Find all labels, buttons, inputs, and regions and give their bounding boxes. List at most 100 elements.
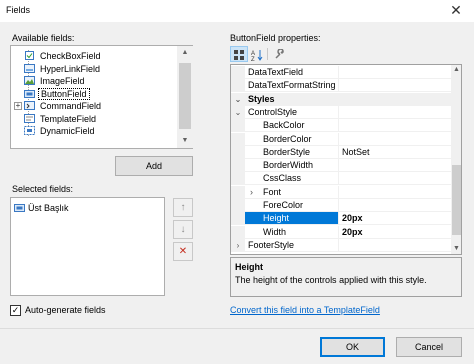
property-row[interactable]: Height 20px <box>231 212 451 226</box>
property-name: FooterStyle <box>245 238 339 252</box>
property-value[interactable] <box>339 186 451 199</box>
property-name-label: BackColor <box>263 120 305 131</box>
property-gutter <box>231 119 245 133</box>
property-gutter <box>231 212 245 226</box>
property-value[interactable] <box>339 79 451 93</box>
add-button[interactable]: Add <box>115 156 193 176</box>
property-name: ControlStyle <box>245 105 339 119</box>
alphabetical-sort-icon[interactable]: AZ <box>248 46 266 63</box>
scroll-thumb[interactable] <box>179 63 191 129</box>
property-value[interactable]: 20px <box>339 212 451 226</box>
window-title: Fields <box>6 5 31 15</box>
expand-icon[interactable]: + <box>14 102 22 110</box>
scroll-thumb[interactable] <box>452 165 461 235</box>
chevron-down-icon[interactable]: ⌄ <box>233 106 243 119</box>
property-name-label: FooterStyle <box>248 239 295 250</box>
property-value[interactable] <box>339 172 451 186</box>
property-name-label: DataTextFormatString <box>248 80 336 91</box>
tree-item-label: CheckBoxField <box>40 51 101 61</box>
property-grid[interactable]: DataTextField DataTextFormatString ⌄ Styles… <box>230 64 462 255</box>
property-category[interactable]: ⌄ Styles <box>231 92 451 106</box>
property-gutter <box>231 172 245 186</box>
delete-button[interactable]: ✕ <box>173 242 193 261</box>
convert-template-link[interactable]: Convert this field into a TemplateField <box>230 305 380 315</box>
property-row[interactable]: DataTextField <box>231 66 451 79</box>
property-row[interactable]: CssClass <box>231 172 451 186</box>
scroll-down-icon[interactable]: ▼ <box>177 134 193 148</box>
tree-item-label: ButtonField <box>38 87 90 100</box>
property-value[interactable] <box>339 106 451 119</box>
property-row[interactable]: BackColor <box>231 119 451 133</box>
scroll-down-icon[interactable]: ▼ <box>451 244 461 254</box>
selected-fields-list[interactable]: Üst Başlık <box>10 197 165 296</box>
toolbar-separator <box>267 48 268 60</box>
property-name-label: Width <box>263 226 287 237</box>
property-gutter <box>231 159 245 173</box>
property-gutter: ⌄ <box>231 92 245 106</box>
property-name: BorderStyle <box>245 145 339 159</box>
tree-item-label: DynamicField <box>40 126 95 136</box>
ok-button[interactable]: OK <box>320 337 385 357</box>
property-name-label: DataTextField <box>248 67 304 77</box>
property-row[interactable]: ForeColor <box>231 199 451 212</box>
categorized-view-icon[interactable] <box>230 46 248 62</box>
property-value[interactable] <box>339 159 451 173</box>
property-row[interactable]: BorderColor <box>231 132 451 146</box>
property-row[interactable]: BorderStyle NotSet <box>231 145 451 159</box>
scroll-up-icon[interactable]: ▲ <box>451 65 461 75</box>
chevron-right-icon[interactable]: › <box>233 239 243 252</box>
property-description: Height The height of the controls applie… <box>230 257 462 297</box>
close-icon[interactable]: ✕ <box>438 0 474 22</box>
property-gutter: › <box>231 238 245 252</box>
property-gutter <box>231 66 245 79</box>
property-pages-icon[interactable] <box>270 46 288 62</box>
property-name: BorderWidth <box>245 159 339 173</box>
property-row[interactable]: ⌄ ControlStyle <box>231 105 451 119</box>
property-row[interactable]: › FooterStyle <box>231 238 451 252</box>
property-name: DataTextField <box>245 66 339 79</box>
chevron-down-icon[interactable]: ⌄ <box>233 93 243 106</box>
property-row[interactable]: DataTextFormatString <box>231 79 451 93</box>
property-value[interactable] <box>339 119 451 133</box>
property-grid-scrollbar[interactable]: ▲ ▼ <box>451 65 461 254</box>
list-item-label: Üst Başlık <box>28 203 69 213</box>
tree-item-label: HyperLinkField <box>40 63 101 74</box>
property-value[interactable] <box>339 239 451 252</box>
move-up-button[interactable]: ↑ <box>173 198 193 217</box>
property-value[interactable] <box>339 199 451 212</box>
property-value[interactable] <box>339 66 451 79</box>
property-gutter <box>231 199 245 212</box>
chevron-right-icon[interactable]: › <box>250 186 253 198</box>
available-fields-scrollbar[interactable]: ▲ ▼ <box>177 46 193 148</box>
property-name-label: Styles <box>248 93 275 104</box>
property-name-label: Font <box>263 186 282 197</box>
property-row[interactable]: BorderWidth <box>231 159 451 173</box>
dynamic-field-icon <box>24 126 35 136</box>
property-row[interactable]: › Font <box>231 185 451 199</box>
property-value[interactable]: 20px <box>339 226 451 239</box>
property-gutter <box>231 79 245 93</box>
available-fields-label: Available fields: <box>12 33 75 43</box>
property-name-label: BorderWidth <box>263 160 314 171</box>
button-field-icon <box>24 89 35 99</box>
tree-item-label: TemplateField <box>40 113 97 124</box>
property-name-label: Height <box>263 213 290 224</box>
tree-item-label: ImageField <box>40 76 85 86</box>
property-name-label: BorderColor <box>263 133 312 144</box>
template-field-icon <box>24 113 35 124</box>
property-value[interactable]: NotSet <box>339 146 451 159</box>
auto-generate-checkbox[interactable]: ✓ <box>10 305 21 316</box>
available-fields-tree[interactable]: CheckBoxField HyperLinkField ImageField But… <box>10 45 193 149</box>
selected-fields-label: Selected fields: <box>12 184 74 194</box>
move-down-button[interactable]: ↓ <box>173 220 193 239</box>
property-row[interactable]: Width 20px <box>231 225 451 239</box>
property-name: BackColor <box>245 119 339 133</box>
scroll-up-icon[interactable]: ▲ <box>177 46 193 60</box>
property-gutter <box>231 185 245 199</box>
property-name-label: ForeColor <box>263 200 304 210</box>
description-text: The height of the controls applied with … <box>235 275 427 285</box>
cancel-button[interactable]: Cancel <box>396 337 462 357</box>
property-name: CssClass <box>245 172 339 186</box>
property-value[interactable] <box>339 133 451 146</box>
tree-item-label: CommandField <box>40 101 102 111</box>
